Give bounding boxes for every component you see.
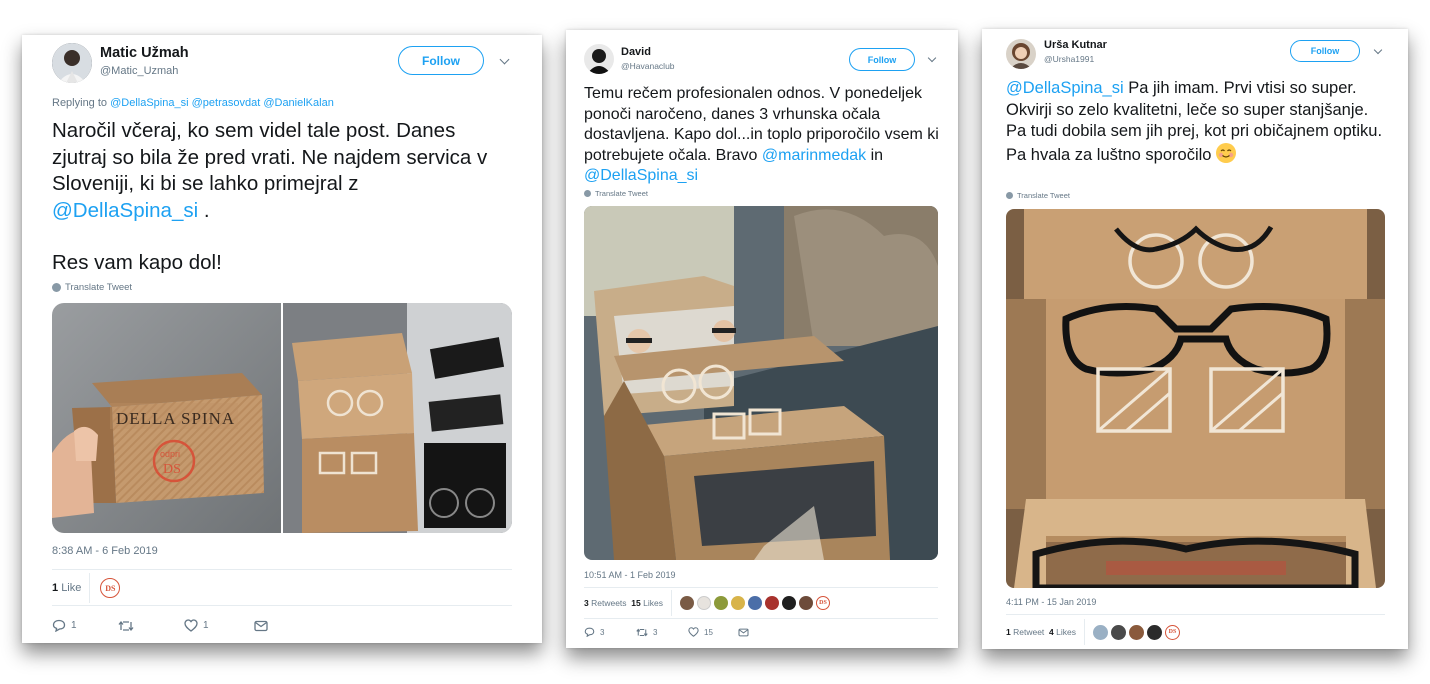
tweet-text: @DellaSpina_si Pa jih imam. Prvi vtisi s… <box>1006 79 1383 164</box>
divider-vertical <box>89 573 91 603</box>
mention-link[interactable]: @DellaSpina_si <box>584 167 698 184</box>
replying-to: Replying to @DellaSpina_si @petrasovdat … <box>52 97 334 109</box>
like-button[interactable]: 1 <box>184 619 254 632</box>
heart-icon <box>184 619 198 632</box>
globe-icon <box>584 190 591 197</box>
avatar[interactable] <box>52 43 92 83</box>
retweet-icon <box>118 620 134 631</box>
tweet-text-line: Res vam kapo dol! <box>52 251 222 274</box>
reply-button[interactable]: 1 <box>52 619 118 632</box>
timestamp[interactable]: 8:38 AM - 6 Feb 2019 <box>52 545 158 557</box>
liker-avatar[interactable] <box>764 596 779 610</box>
envelope-icon <box>254 620 268 631</box>
display-name[interactable]: David <box>621 46 651 58</box>
divider <box>52 605 512 606</box>
divider <box>1006 614 1385 615</box>
engagement-summary: 3 Retweets 15 Likes DS <box>584 590 830 616</box>
liker-avatar[interactable] <box>1128 624 1144 640</box>
mention-link[interactable]: @petrasovdat <box>192 97 261 109</box>
action-bar: 1 1 <box>52 619 268 632</box>
user-handle[interactable]: @Havanaclub <box>621 61 675 71</box>
mention-link[interactable]: @DellaSpina_si <box>52 199 198 222</box>
follow-button[interactable]: Follow <box>849 48 915 71</box>
message-button[interactable] <box>254 620 268 632</box>
liker-avatar[interactable] <box>781 596 796 610</box>
action-bar: 3 3 15 <box>584 627 749 637</box>
divider-vertical <box>670 590 672 616</box>
follow-button[interactable]: Follow <box>398 46 484 75</box>
liker-avatar[interactable] <box>696 596 711 610</box>
smiling-face-icon <box>1216 142 1237 163</box>
retweets-summary[interactable]: 1 Retweet <box>1006 627 1044 637</box>
liker-avatar[interactable] <box>679 596 694 610</box>
likes-summary[interactable]: 4 Likes <box>1049 627 1076 637</box>
tweet-card-matic: Matic Užmah @Matic_Uzmah Follow Replying… <box>22 35 542 643</box>
user-handle[interactable]: @Ursha1991 <box>1044 54 1094 64</box>
reply-button[interactable]: 3 <box>584 627 636 637</box>
tweet-media[interactable]: DELLA SPINA odpri DS <box>52 303 512 533</box>
liker-avatar[interactable] <box>1092 624 1108 640</box>
follow-button[interactable]: Follow <box>1290 40 1360 62</box>
chevron-down-icon[interactable] <box>927 53 937 63</box>
translate-tweet[interactable]: Translate Tweet <box>584 189 648 198</box>
box-stamp: odpri <box>160 449 180 459</box>
retweet-button[interactable] <box>118 620 184 632</box>
tweet-card-david: David @Havanaclub Follow Temu rečem prof… <box>566 30 958 648</box>
tweet-card-ursa: Urša Kutnar @Ursha1991 Follow @DellaSpin… <box>982 29 1408 649</box>
translate-tweet[interactable]: Translate Tweet <box>52 282 132 293</box>
timestamp[interactable]: 10:51 AM - 1 Feb 2019 <box>584 570 676 580</box>
avatar[interactable] <box>584 44 614 74</box>
chevron-down-icon[interactable] <box>499 54 510 65</box>
user-handle[interactable]: @Matic_Uzmah <box>100 65 178 77</box>
tweet-media[interactable] <box>1006 209 1385 588</box>
display-name[interactable]: Urša Kutnar <box>1044 39 1107 51</box>
box-photo <box>584 206 938 560</box>
mention-link[interactable]: @DanielKalan <box>263 97 334 109</box>
liker-avatar[interactable] <box>1146 624 1162 640</box>
globe-icon <box>1006 192 1013 199</box>
mention-link[interactable]: @DellaSpina_si <box>1006 79 1124 97</box>
liker-avatar[interactable] <box>713 596 728 610</box>
envelope-icon <box>738 628 749 636</box>
retweets-summary[interactable]: 3 Retweets <box>584 598 627 608</box>
liker-avatar[interactable] <box>730 596 745 610</box>
chevron-down-icon[interactable] <box>1373 45 1383 55</box>
reply-icon <box>52 619 66 632</box>
box-logo: DELLA SPINA <box>116 409 235 428</box>
avatar[interactable] <box>1006 39 1036 69</box>
likes-summary[interactable]: 15 Likes <box>631 598 663 608</box>
liker-avatar[interactable]: DS <box>100 578 121 598</box>
message-button[interactable] <box>738 628 749 637</box>
liker-avatar[interactable]: DS <box>1164 624 1180 640</box>
divider <box>584 587 938 588</box>
liker-avatar[interactable] <box>798 596 813 610</box>
tweet-text: Temu rečem profesionalen odnos. V ponede… <box>584 85 939 184</box>
liker-avatar[interactable] <box>1110 624 1126 640</box>
display-name[interactable]: Matic Užmah <box>100 45 189 61</box>
divider-vertical <box>1083 619 1085 645</box>
svg-text:DS: DS <box>163 462 181 477</box>
mention-link[interactable]: @marinmedak <box>762 147 866 164</box>
heart-icon <box>688 627 699 637</box>
liker-avatar[interactable] <box>747 596 762 610</box>
timestamp[interactable]: 4:11 PM - 15 Jan 2019 <box>1006 597 1096 607</box>
engagement-summary: 1 Retweet 4 Likes DS <box>1006 619 1180 645</box>
mention-link[interactable]: @DellaSpina_si <box>110 97 188 109</box>
divider <box>52 569 512 570</box>
retweet-icon <box>636 628 648 636</box>
tweet-text: Naročil včeraj, ko sem videl tale post. … <box>52 118 514 277</box>
divider <box>584 618 938 619</box>
translate-tweet[interactable]: Translate Tweet <box>1006 191 1070 200</box>
reply-icon <box>584 627 595 637</box>
box-photo <box>1006 209 1385 588</box>
liker-avatar[interactable]: DS <box>815 596 830 610</box>
tweet-media[interactable] <box>584 206 938 560</box>
retweet-button[interactable]: 3 <box>636 628 688 637</box>
box-photo-left: DELLA SPINA odpri DS <box>52 303 512 533</box>
like-button[interactable]: 15 <box>688 627 738 637</box>
likes-summary[interactable]: 1 Like DS <box>52 573 121 603</box>
globe-icon <box>52 283 61 292</box>
